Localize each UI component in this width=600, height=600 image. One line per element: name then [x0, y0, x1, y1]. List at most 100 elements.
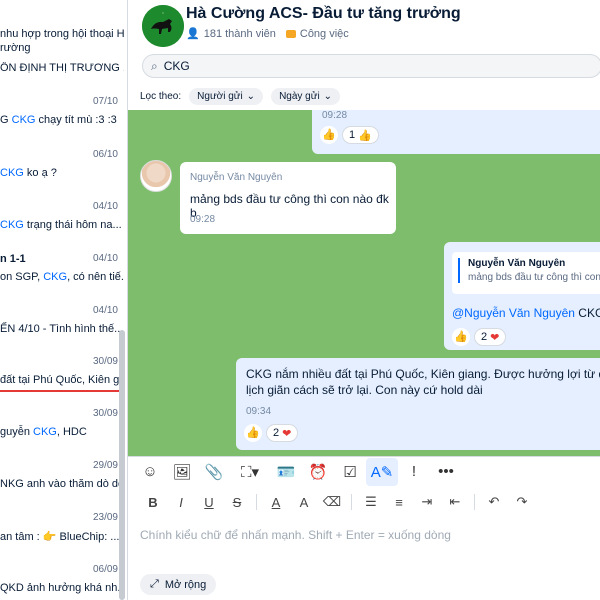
numbered-list-icon[interactable]: ≡ [386, 490, 412, 514]
contact-card-icon[interactable]: 🪪 [270, 458, 302, 486]
result-item[interactable]: 30/09 guyễn CKG, HDC [0, 408, 124, 444]
person-icon: 👤 [186, 28, 200, 40]
quote-text: mảng bds đầu tư công thì con nào đk b [468, 272, 600, 283]
reaction-badge[interactable]: 1 👍 [342, 126, 379, 144]
result-date: 06/10 [92, 149, 118, 160]
result-item[interactable]: 29/09 NKG anh vào thăm dò dc [0, 460, 124, 496]
divider [474, 494, 475, 510]
label-tag[interactable]: Công việc [285, 27, 349, 40]
date-filter-label: Ngày gửi [279, 90, 320, 102]
chat-area: 09:28 👍 1 👍 Nguyễn Văn Nguyên mảng bds đầ… [128, 110, 600, 456]
expand-button[interactable]: ⤢ Mở rộng [140, 574, 217, 595]
indent-icon[interactable]: ⇥ [414, 490, 440, 514]
sticker-icon[interactable]: ☺ [134, 458, 166, 486]
mention-link[interactable]: @Nguyễn Văn Nguyên [452, 306, 575, 320]
sender-filter[interactable]: Người gửi ⌄ [189, 87, 264, 105]
like-icon[interactable]: 👍 [452, 328, 470, 346]
outdent-icon[interactable]: ⇤ [442, 490, 468, 514]
result-item[interactable]: 06/09 QKD ảnh hưởng khá nh... [0, 564, 124, 600]
message-search-bar: ⌕ CKG [128, 52, 600, 82]
font-size-icon[interactable]: A [291, 490, 317, 514]
tag-label: Công việc [299, 27, 349, 40]
result-text: guyễn CKG, HDC [0, 426, 87, 438]
reaction-row: 👍 2 ❤ [244, 424, 299, 442]
image-icon[interactable]: 🖼 [166, 458, 198, 486]
reaction-row: 👍 1 👍 [320, 126, 379, 144]
more-icon[interactable]: ••• [430, 458, 462, 486]
date-filter[interactable]: Ngày gửi ⌄ [271, 87, 341, 105]
expand-icon: ⤢ [150, 578, 159, 590]
result-text: an tâm : 👉 BlueChip: ... [0, 531, 120, 543]
result-item[interactable]: 23/09 an tâm : 👉 BlueChip: ... [0, 512, 124, 548]
message-composer[interactable]: Chính kiểu chữ để nhấn mạnh. Shift + Ent… [128, 518, 600, 600]
strikethrough-icon[interactable]: S [224, 490, 250, 514]
bullet-list-icon[interactable]: ☰ [358, 490, 384, 514]
result-item[interactable]: nhu hợp trong hội thoại Hà rường [0, 28, 124, 62]
reminder-icon[interactable]: ⏰ [302, 458, 334, 486]
result-text: rường [0, 42, 31, 54]
result-item[interactable]: 04/10 n 1-1 on SGP, CKG, có nên tiế... [0, 253, 124, 289]
search-icon: ⌕ [151, 58, 158, 73]
message-text: @Nguyễn Văn Nguyên CKG, H [452, 306, 600, 320]
message-bubble-m3[interactable]: CKG nắm nhiều đất tại Phú Quốc, Kiên gia… [236, 358, 600, 450]
member-info: 👤 181 thành viên Công việc [186, 27, 349, 41]
app-window: nhu hợp trong hội thoại Hà rường ỔN ĐỊNH… [0, 0, 600, 600]
scrollbar[interactable] [119, 330, 125, 600]
result-text: nhu hợp trong hội thoại Hà [0, 28, 124, 40]
chevron-down-icon: ⌄ [323, 90, 333, 102]
reaction-badge[interactable]: 2 ❤ [266, 424, 299, 442]
result-text: QKD ảnh hưởng khá nh... [0, 582, 124, 594]
bold-icon[interactable]: B [140, 490, 166, 514]
tag-icon [285, 29, 296, 38]
message-bubble-m1[interactable]: Nguyễn Văn Nguyên mảng bds đầu tư công t… [180, 162, 396, 234]
result-item-selected[interactable]: 30/09 đất tại Phú Quốc, Kiên g... [0, 356, 124, 396]
result-item[interactable]: 06/10 CKG ko ạ ? [0, 149, 124, 185]
composer-placeholder: Chính kiểu chữ để nhấn mạnh. Shift + Ent… [140, 528, 451, 542]
attachment-icon[interactable]: 📎 [198, 458, 230, 486]
search-input[interactable]: ⌕ CKG [142, 54, 600, 78]
result-item[interactable]: 04/10 CKG trạng thái hôm na... [0, 201, 124, 237]
result-text: ỔN ĐỊNH THỊ TRƯƠNG ... [0, 62, 124, 74]
like-icon[interactable]: 👍 [320, 126, 338, 144]
quote-content: Nguyễn Văn Nguyên mảng bds đầu tư công t… [458, 258, 600, 283]
result-item[interactable]: 07/10 G CKG chạy tít mù :3 :3 [0, 96, 124, 132]
group-avatar[interactable] [142, 5, 184, 47]
undo-icon[interactable]: ↶ [481, 490, 507, 514]
filter-bar: Lọc theo: Người gửi ⌄ Ngày gửi ⌄ [128, 82, 600, 110]
italic-icon[interactable]: I [168, 490, 194, 514]
search-results-panel: nhu hợp trong hội thoại Hà rường ỔN ĐỊNH… [0, 0, 128, 600]
underline-icon[interactable]: U [196, 490, 222, 514]
format-text-icon[interactable]: A✎ [366, 457, 398, 486]
redo-icon[interactable]: ↷ [509, 490, 535, 514]
sender-avatar[interactable] [140, 160, 172, 192]
result-text: CKG trạng thái hôm na... [0, 219, 122, 231]
result-text: ẾN 4/10 - Tình hình thế... [0, 323, 124, 335]
message-bubble-m2[interactable]: Nguyễn Văn Nguyên mảng bds đầu tư công t… [444, 242, 600, 350]
important-icon[interactable]: ! [398, 458, 430, 486]
result-item[interactable]: 04/10 ẾN 4/10 - Tình hình thế... [0, 305, 124, 341]
member-count[interactable]: 181 thành viên [204, 28, 276, 40]
heart-icon: ❤ [282, 427, 292, 440]
text-color-icon[interactable]: A [263, 490, 289, 514]
task-icon[interactable]: ☑ [334, 458, 366, 486]
message-time: 09:28 [322, 110, 348, 121]
reaction-count: 1 [349, 129, 356, 141]
message-text: mảng bds đầu tư công thì con nào đk b [190, 192, 389, 220]
result-text: đất tại Phú Quốc, Kiên g... [0, 374, 124, 386]
message-time: 09:34 [246, 406, 272, 417]
result-date: 04/10 [92, 305, 118, 316]
result-date: 29/09 [92, 460, 118, 471]
result-date: 30/09 [92, 408, 118, 419]
chevron-down-icon: ⌄ [246, 90, 256, 102]
like-icon[interactable]: 👍 [244, 424, 262, 442]
reaction-badge[interactable]: 2 ❤ [474, 328, 507, 346]
quote-block[interactable]: Nguyễn Văn Nguyên mảng bds đầu tư công t… [452, 252, 600, 294]
message-bubble-top[interactable]: 09:28 👍 1 👍 [312, 110, 600, 154]
message-time: 09:28 [190, 214, 216, 225]
message-text-content: CKG nắm nhiều đất tại Phú Quốc, Kiên gia… [246, 367, 600, 397]
screenshot-icon[interactable]: ⛶▾ [230, 458, 270, 486]
eraser-icon[interactable]: ⌫ [319, 490, 345, 514]
reaction-count: 2 [273, 427, 280, 439]
result-text: NKG anh vào thăm dò dc [0, 478, 124, 490]
result-item[interactable]: ỔN ĐỊNH THỊ TRƯƠNG ... [0, 62, 124, 78]
